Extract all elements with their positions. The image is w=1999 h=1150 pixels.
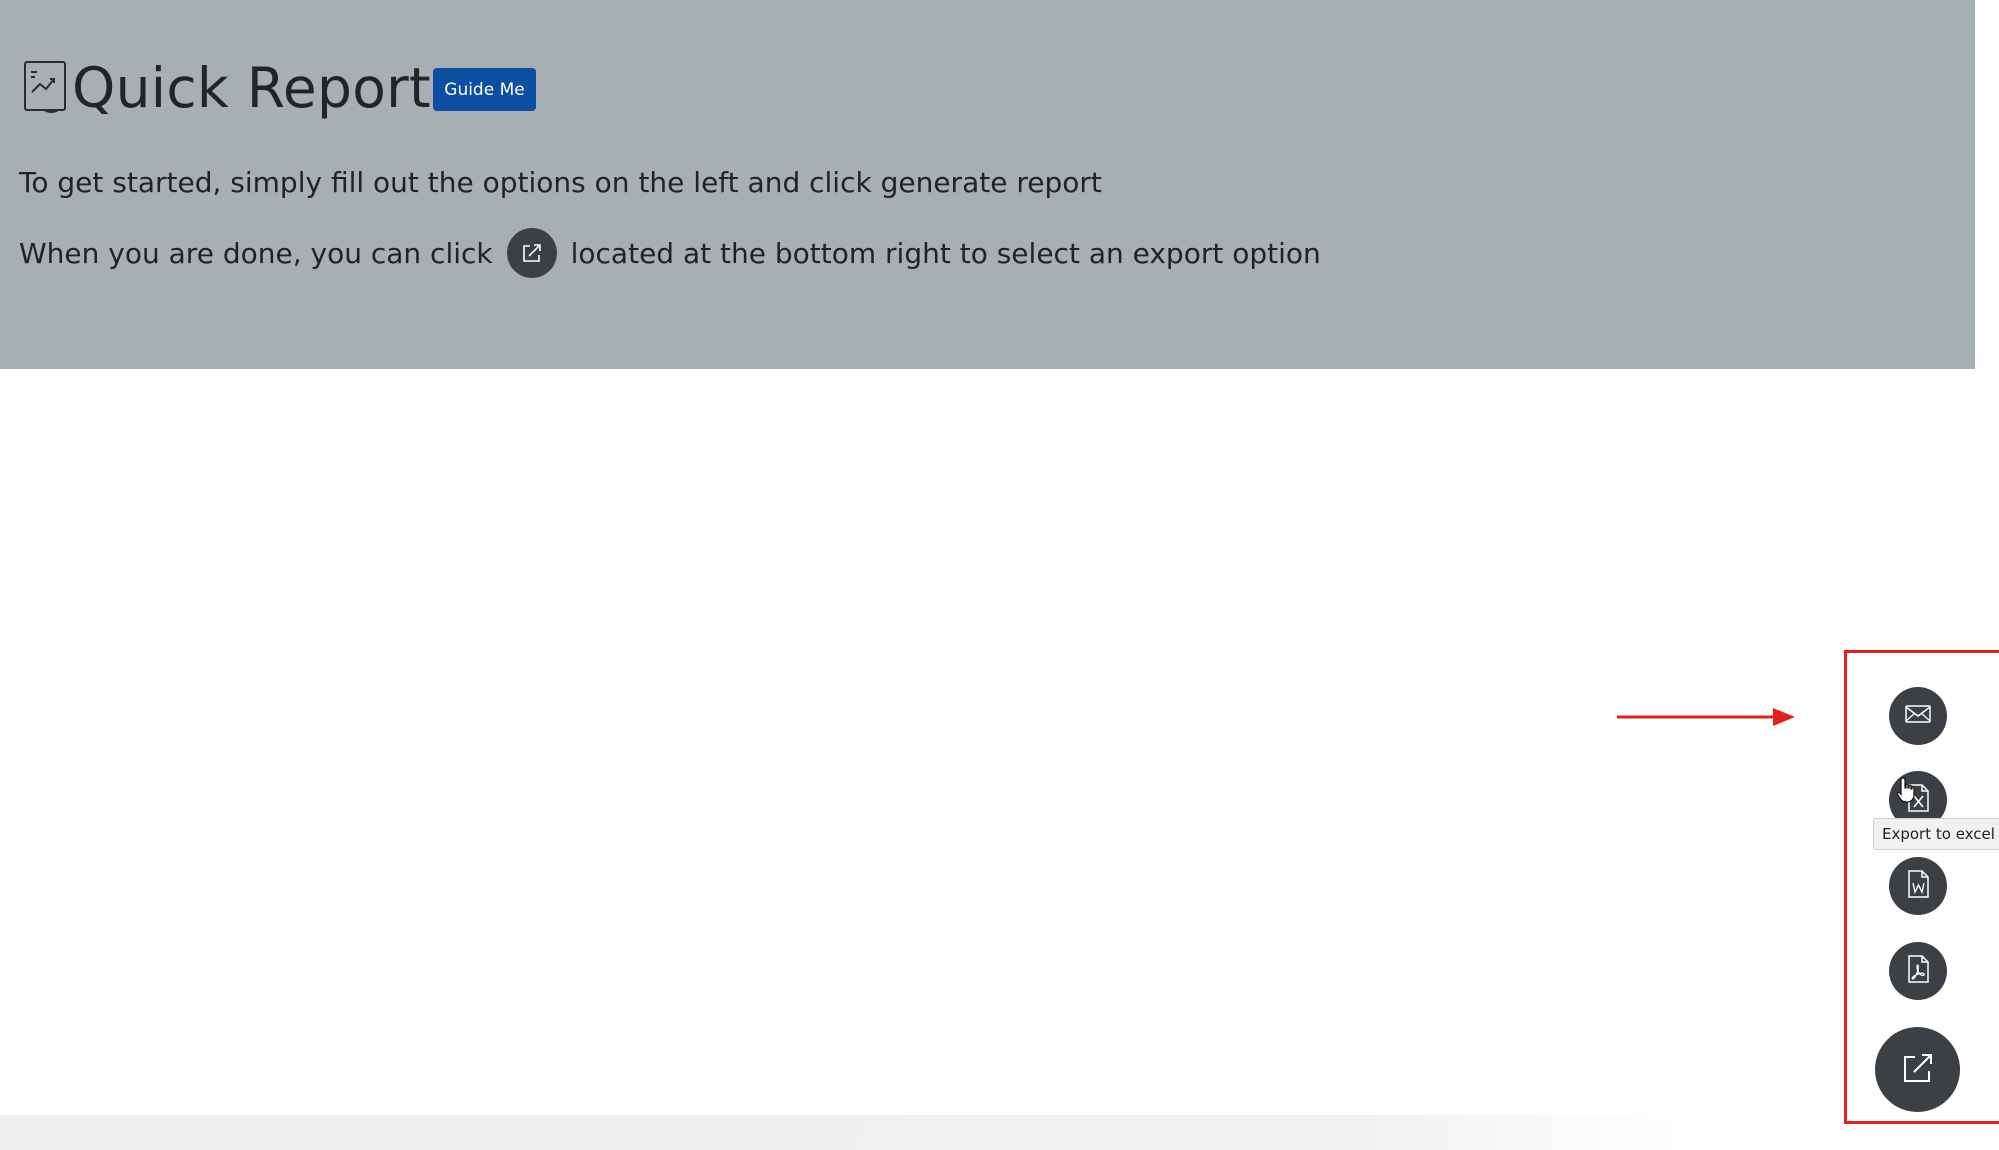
pdf-icon [1905, 954, 1931, 988]
page-title: Quick Report [72, 56, 431, 120]
external-link-icon [1901, 1051, 1935, 1089]
annotation-arrow [1617, 708, 1795, 726]
guide-me-button[interactable]: Guide Me [433, 68, 536, 111]
intro-text-after: located at the bottom right to select an… [570, 236, 1321, 270]
intro-text-before: When you are done, you can click [19, 236, 493, 270]
inline-export-icon [506, 228, 557, 278]
export-menu-toggle-button[interactable] [1875, 1027, 1960, 1112]
export-word-button[interactable] [1889, 857, 1947, 915]
word-icon [1905, 869, 1931, 903]
email-icon [1904, 703, 1932, 729]
export-pdf-button[interactable] [1889, 942, 1947, 1000]
footer-shadow [0, 1115, 1680, 1150]
intro-text-line-2: When you are done, you can click located… [19, 228, 1321, 278]
hand-pointer-cursor-icon [1896, 777, 1915, 803]
report-chart-icon [22, 58, 72, 118]
export-excel-tooltip: Export to excel [1873, 818, 1999, 850]
export-email-button[interactable] [1889, 687, 1947, 745]
intro-text-line-1: To get started, simply fill out the opti… [19, 166, 1102, 199]
title-row: Quick Report [22, 48, 431, 128]
